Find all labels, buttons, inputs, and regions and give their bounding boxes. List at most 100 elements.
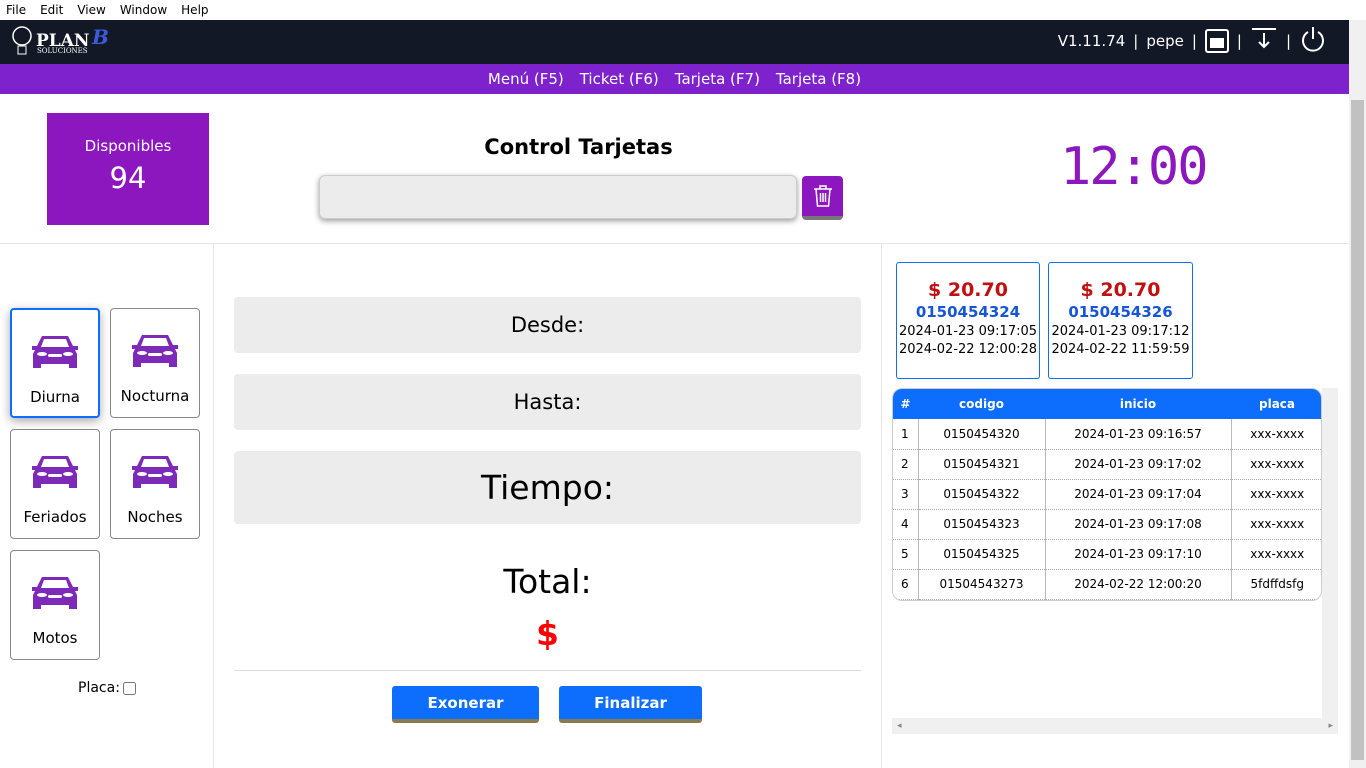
table-cell: 0150454323: [918, 509, 1046, 540]
table-cell: 0150454325: [918, 539, 1046, 570]
table-cell: 6: [893, 569, 919, 600]
divider: [0, 243, 1349, 244]
table-row[interactable]: 4 0150454323 2024-01-23 09:17:08 xxx-xxxx: [893, 509, 1321, 540]
total-value: $: [536, 614, 559, 653]
table-horizontal-scrollbar[interactable]: ◂ ▸: [892, 718, 1338, 734]
placa-label: Placa:: [78, 680, 120, 696]
hasta-label: Hasta:: [513, 390, 582, 414]
page-title: Control Tarjetas: [484, 135, 673, 159]
table-row[interactable]: 1 0150454320 2024-01-23 09:16:57 xxx-xxxx: [893, 419, 1321, 450]
menu-window[interactable]: Window: [120, 3, 167, 17]
table-row[interactable]: 6 01504543273 2024-02-22 12:00:20 5fdffdsfg: [893, 569, 1321, 600]
table-cell: 4: [893, 509, 919, 540]
power-icon[interactable]: [1299, 25, 1327, 57]
user-label: pepe: [1146, 32, 1184, 50]
svg-text:B: B: [91, 25, 109, 49]
table-cell: 2024-01-23 09:16:57: [1045, 419, 1232, 450]
table-vertical-scrollbar[interactable]: [1322, 388, 1338, 718]
app-header: PLAN SOLUCIONES B V1.11.74 | pepe | | |: [0, 20, 1349, 64]
card-price: $ 20.70: [1080, 279, 1161, 301]
card-end: 2024-02-22 12:00:28: [898, 342, 1038, 357]
separator: |: [1191, 32, 1197, 50]
card-code: 0150454324: [915, 303, 1021, 321]
table-row[interactable]: 2 0150454321 2024-01-23 09:17:02 xxx-xxxx: [893, 449, 1321, 480]
table-cell: xxx-xxxx: [1231, 539, 1321, 570]
table-cell: 5: [893, 539, 919, 570]
table-cell: xxx-xxxx: [1231, 509, 1321, 540]
nav-ticket[interactable]: Ticket (F6): [580, 70, 659, 88]
nav-menu[interactable]: Menú (F5): [488, 70, 564, 88]
disponibles-value: 94: [109, 161, 147, 195]
separator: |: [1285, 32, 1291, 50]
category-feriados[interactable]: Feriados: [10, 429, 100, 539]
download-icon[interactable]: [1250, 25, 1278, 57]
table-cell: 5fdffdsfg: [1231, 569, 1321, 600]
exonerar-button[interactable]: Exonerar: [392, 686, 539, 723]
desde-label: Desde:: [510, 313, 585, 337]
category-diurna[interactable]: Diurna: [10, 308, 100, 418]
table-cell: 2024-01-23 09:17:10: [1045, 539, 1232, 570]
category-motos[interactable]: Motos: [10, 550, 100, 660]
placa-checkbox[interactable]: [122, 681, 136, 695]
table-cell: 3: [893, 479, 919, 510]
card-end: 2024-02-22 11:59:59: [1051, 342, 1190, 357]
separator: |: [1236, 32, 1242, 50]
menu-file[interactable]: File: [6, 3, 26, 17]
finalizar-button[interactable]: Finalizar: [559, 686, 702, 723]
tiempo-field: Tiempo:: [234, 451, 861, 524]
card-input[interactable]: [319, 175, 797, 219]
hasta-field: Hasta:: [234, 374, 861, 430]
table-cell: 1: [893, 419, 919, 450]
divider: [213, 244, 214, 768]
ticket-card[interactable]: $ 20.70 0150454324 2024-01-23 09:17:05 2…: [896, 262, 1040, 379]
category-label: Nocturna: [120, 387, 190, 405]
table-cell: 0150454320: [918, 419, 1046, 450]
table-cell: 0150454321: [918, 449, 1046, 480]
table-row[interactable]: 3 0150454322 2024-01-23 09:17:04 xxx-xxxx: [893, 479, 1321, 510]
trash-icon: [813, 185, 832, 207]
card-code: 0150454326: [1068, 303, 1173, 321]
main-nav: Menú (F5) Ticket (F6) Tarjeta (F7) Tarje…: [0, 64, 1349, 94]
nav-tarjeta-f8[interactable]: Tarjeta (F8): [776, 70, 861, 88]
page-scrollbar[interactable]: [1349, 20, 1366, 768]
category-label: Feriados: [23, 508, 87, 526]
divider: [881, 244, 882, 768]
table-row[interactable]: 5 0150454325 2024-01-23 09:17:10 xxx-xxxx: [893, 539, 1321, 570]
col-inicio[interactable]: inicio: [1045, 389, 1231, 419]
clear-button[interactable]: [802, 176, 843, 220]
col-number[interactable]: #: [893, 389, 918, 419]
cards-table: # codigo inicio placa 1 0150454320 2024-01…: [892, 388, 1322, 601]
separator: |: [1133, 32, 1139, 50]
car-icon: [11, 430, 99, 496]
table-cell: 01504543273: [918, 569, 1046, 600]
car-icon: [11, 551, 99, 617]
card-start: 2024-01-23 09:17:05: [898, 324, 1038, 339]
ticket-card[interactable]: $ 20.70 0150454326 2024-01-23 09:17:12 2…: [1048, 262, 1193, 379]
table-cell: 2024-01-23 09:17:02: [1045, 449, 1232, 480]
menu-view[interactable]: View: [77, 3, 105, 17]
menu-bar: File Edit View Window Help: [0, 0, 1366, 20]
network-icon[interactable]: [1204, 29, 1229, 53]
col-codigo[interactable]: codigo: [918, 389, 1045, 419]
table-cell: 2024-01-23 09:17:08: [1045, 509, 1232, 540]
table-cell: 2024-02-22 12:00:20: [1045, 569, 1232, 600]
disponibles-box: Disponibles 94: [47, 113, 209, 225]
card-start: 2024-01-23 09:17:12: [1051, 324, 1190, 339]
category-label: Noches: [127, 508, 183, 526]
divider: [234, 670, 861, 671]
table-cell: xxx-xxxx: [1231, 479, 1321, 510]
category-noches[interactable]: Noches: [110, 429, 200, 539]
disponibles-label: Disponibles: [84, 137, 172, 155]
table-cell: 2024-01-23 09:17:04: [1045, 479, 1232, 510]
col-placa[interactable]: placa: [1231, 389, 1321, 419]
car-icon: [111, 430, 199, 496]
nav-tarjeta-f7[interactable]: Tarjeta (F7): [675, 70, 760, 88]
category-label: Motos: [32, 629, 78, 647]
menu-help[interactable]: Help: [181, 3, 208, 17]
desde-field: Desde:: [234, 297, 861, 353]
menu-edit[interactable]: Edit: [40, 3, 63, 17]
svg-text:SOLUCIONES: SOLUCIONES: [37, 47, 88, 55]
category-nocturna[interactable]: Nocturna: [110, 308, 200, 418]
table-cell: xxx-xxxx: [1231, 419, 1321, 450]
category-label: Diurna: [30, 388, 80, 406]
